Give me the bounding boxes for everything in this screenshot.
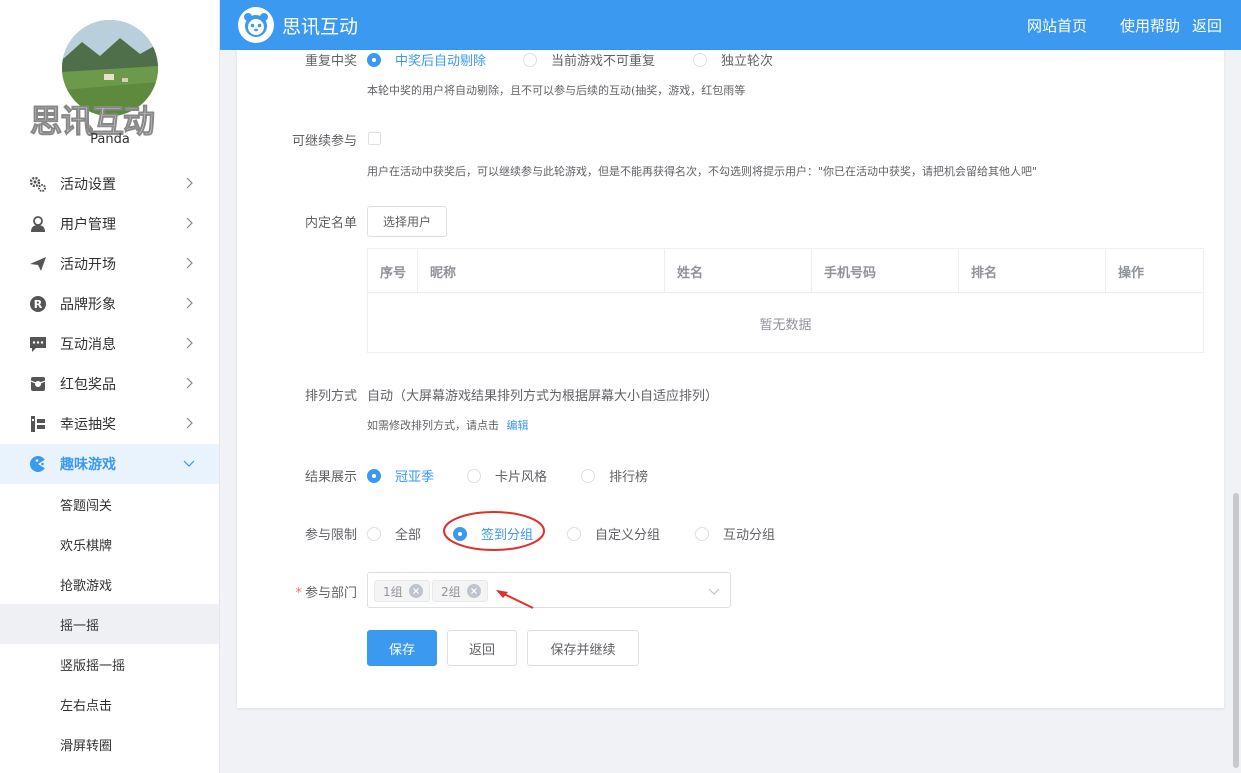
scrollbar-thumb[interactable] [1233,493,1239,768]
annotation-overlay [443,511,545,609]
annotation-arrow-head [496,590,508,598]
highlight-circle [443,511,545,551]
